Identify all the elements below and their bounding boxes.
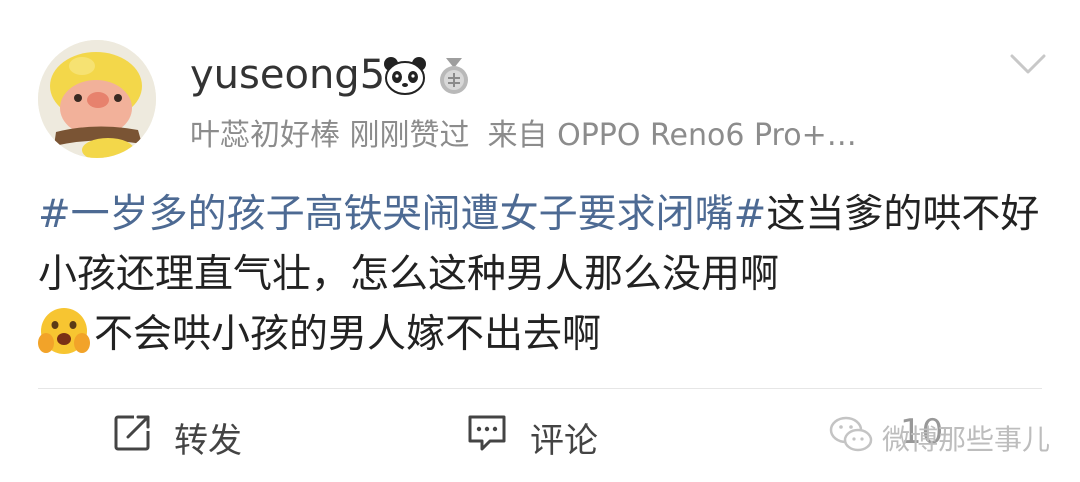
watermark-text: 微博那些事儿 <box>882 422 1051 456</box>
repost-label: 转发 <box>174 420 242 461</box>
user-badges <box>382 56 474 100</box>
medal-icon[interactable] <box>434 56 474 100</box>
post-text-2: 不会哄小孩的男人嫁不出去啊 <box>94 312 602 357</box>
panda-icon <box>382 56 428 100</box>
comment-button[interactable]: 评论 <box>466 412 598 462</box>
post-meta: 叶蕊初好棒 刚刚赞过 来自 OPPO Reno6 Pro+… <box>190 116 857 156</box>
wechat-icon <box>828 414 874 461</box>
repost-icon <box>112 413 152 462</box>
post-source: 来自 OPPO Reno6 Pro+… <box>487 118 857 153</box>
post-body: #一岁多的孩子高铁哭闹遭女子要求闭嘴#这当爹的哄不好小孩还理直气壮，怎么这种男人… <box>38 185 1048 375</box>
repost-button[interactable]: 转发 <box>112 412 242 462</box>
username[interactable]: yuseong5 <box>190 50 385 100</box>
divider <box>38 388 1042 389</box>
comment-label: 评论 <box>530 420 598 461</box>
hugging-face-icon <box>38 305 90 375</box>
hashtag-link[interactable]: #一岁多的孩子高铁哭闹遭女子要求闭嘴# <box>38 192 766 237</box>
liked-by-user[interactable]: 叶蕊初好棒 <box>190 118 340 153</box>
comment-icon <box>466 413 508 462</box>
chevron-down-icon[interactable] <box>1008 48 1048 82</box>
avatar[interactable] <box>38 40 156 158</box>
watermark: 微博那些事儿 <box>828 414 1050 461</box>
liked-status: 刚刚赞过 <box>349 118 470 153</box>
